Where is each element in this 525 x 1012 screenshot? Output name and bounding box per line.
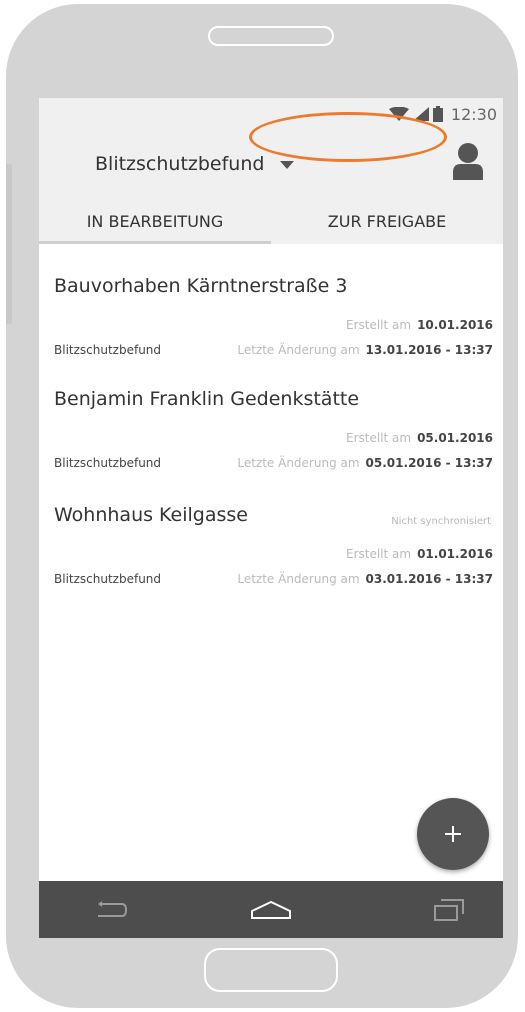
item-title: Benjamin Franklin Gedenkstätte bbox=[54, 388, 360, 410]
phone-frame: 12:30 Blitzschutzbefund IN BEARBEITUNG Z… bbox=[6, 4, 518, 1008]
created-value: 01.01.2016 bbox=[417, 547, 493, 561]
sync-status: Nicht synchronisiert bbox=[391, 516, 491, 527]
app-title[interactable]: Blitzschutzbefund bbox=[95, 153, 264, 175]
item-title: Bauvorhaben Kärntnerstraße 3 bbox=[54, 275, 348, 297]
add-button[interactable] bbox=[417, 798, 489, 870]
home-icon bbox=[251, 900, 291, 919]
nav-bar bbox=[39, 881, 503, 938]
item-type: Blitzschutzbefund bbox=[54, 572, 162, 586]
modified-info: Letzte Änderung am 13.01.2016 - 13:37 bbox=[237, 343, 493, 357]
item-title: Wohnhaus Keilgasse bbox=[54, 504, 248, 526]
back-button[interactable] bbox=[71, 881, 151, 938]
created-label: Erstellt am bbox=[345, 547, 412, 561]
recents-icon bbox=[434, 898, 464, 921]
chevron-down-icon[interactable] bbox=[280, 161, 294, 169]
plus-icon bbox=[445, 826, 461, 842]
modified-label: Letzte Änderung am bbox=[237, 456, 360, 470]
speaker-grille bbox=[208, 26, 334, 46]
back-icon bbox=[98, 900, 128, 917]
created-line: Erstellt am 01.01.2016 bbox=[346, 547, 493, 561]
item-type: Blitzschutzbefund bbox=[54, 456, 162, 470]
screen: 12:30 Blitzschutzbefund IN BEARBEITUNG Z… bbox=[39, 98, 503, 938]
tab-in-bearbeitung[interactable]: IN BEARBEITUNG bbox=[39, 200, 271, 244]
active-tab-indicator bbox=[39, 241, 271, 244]
modified-value: 13.01.2016 - 13:37 bbox=[365, 343, 493, 357]
hardware-home-button[interactable] bbox=[204, 948, 338, 992]
created-label: Erstellt am bbox=[345, 318, 412, 332]
modified-value: 03.01.2016 - 13:37 bbox=[365, 572, 493, 586]
modified-label: Letzte Änderung am bbox=[237, 572, 360, 586]
battery-icon bbox=[432, 106, 443, 122]
avatar-icon[interactable] bbox=[453, 142, 483, 180]
created-value: 05.01.2016 bbox=[417, 431, 493, 445]
tab-zur-freigabe[interactable]: ZUR FREIGABE bbox=[271, 200, 503, 244]
tab-bar: IN BEARBEITUNG ZUR FREIGABE bbox=[39, 200, 503, 244]
modified-value: 05.01.2016 - 13:37 bbox=[365, 456, 493, 470]
created-line: Erstellt am 10.01.2016 bbox=[346, 318, 493, 332]
modified-info: Letzte Änderung am 05.01.2016 - 13:37 bbox=[237, 456, 493, 470]
item-type: Blitzschutzbefund bbox=[54, 343, 162, 357]
status-time: 12:30 bbox=[450, 104, 497, 124]
side-button bbox=[6, 164, 12, 324]
home-button[interactable] bbox=[231, 881, 311, 938]
list-item[interactable]: Wohnhaus Keilgasse Nicht synchronisiert … bbox=[39, 504, 503, 624]
created-label: Erstellt am bbox=[345, 431, 412, 445]
created-value: 10.01.2016 bbox=[417, 318, 493, 332]
list-item[interactable]: Bauvorhaben Kärntnerstraße 3 Erstellt am… bbox=[39, 275, 503, 395]
created-line: Erstellt am 05.01.2016 bbox=[346, 431, 493, 445]
highlight-ring bbox=[249, 112, 447, 162]
modified-label: Letzte Änderung am bbox=[237, 343, 360, 357]
list-item[interactable]: Benjamin Franklin Gedenkstätte Erstellt … bbox=[39, 388, 503, 508]
modified-info: Letzte Änderung am 03.01.2016 - 13:37 bbox=[237, 572, 493, 586]
recents-button[interactable] bbox=[409, 881, 489, 938]
